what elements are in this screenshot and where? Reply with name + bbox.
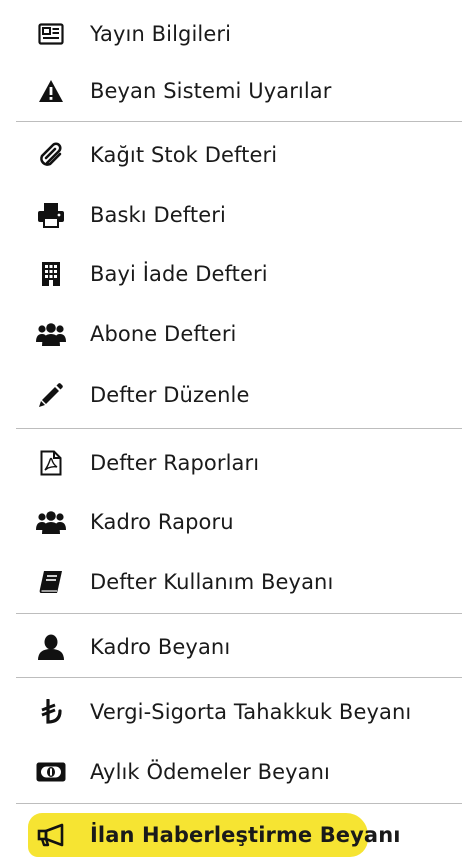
book-icon <box>36 567 66 597</box>
building-icon <box>36 259 66 289</box>
newspaper-icon <box>36 19 66 49</box>
menu-item-defter-kullanim-beyani[interactable]: Defter Kullanım Beyanı <box>16 560 462 604</box>
pencil-icon <box>36 380 66 410</box>
menu-item-label: Defter Düzenle <box>90 383 250 407</box>
menu-item-kagit-stok-defteri[interactable]: Kağıt Stok Defteri <box>16 133 462 177</box>
menu-item-label: Aylık Ödemeler Beyanı <box>90 760 330 784</box>
menu-item-label: Yayın Bilgileri <box>90 22 232 46</box>
user-icon <box>36 632 66 662</box>
menu-item-bayi-iade-defteri[interactable]: Bayi İade Defteri <box>16 252 462 296</box>
warning-icon <box>36 76 66 106</box>
menu-item-beyan-sistemi-uyarilar[interactable]: Beyan Sistemi Uyarılar <box>16 69 462 113</box>
menu-item-aylik-odemeler-beyani[interactable]: Aylık Ödemeler Beyanı <box>16 750 462 794</box>
lira-icon <box>36 697 66 727</box>
menu-item-vergi-sigorta-tahakkuk-beyani[interactable]: Vergi-Sigorta Tahakkuk Beyanı <box>16 690 462 734</box>
menu-item-label: Abone Defteri <box>90 322 237 346</box>
printer-icon <box>36 200 66 230</box>
side-menu: Yayın Bilgileri Beyan Sistemi Uyarılar K… <box>0 0 462 863</box>
menu-item-label: Kadro Beyanı <box>90 635 231 659</box>
menu-item-label: Baskı Defteri <box>90 203 226 227</box>
menu-item-label: Defter Raporları <box>90 451 260 475</box>
users-icon <box>36 319 66 349</box>
menu-divider <box>16 803 462 804</box>
menu-item-label: Beyan Sistemi Uyarılar <box>90 79 332 103</box>
menu-item-baski-defteri[interactable]: Baskı Defteri <box>16 193 462 237</box>
menu-item-label: Bayi İade Defteri <box>90 262 268 286</box>
menu-item-label: Kağıt Stok Defteri <box>90 143 278 167</box>
paperclip-icon <box>36 140 66 170</box>
menu-divider <box>16 677 462 678</box>
menu-item-defter-duzenle[interactable]: Defter Düzenle <box>16 373 462 417</box>
menu-item-yayin-bilgileri[interactable]: Yayın Bilgileri <box>16 12 462 56</box>
menu-item-label: Kadro Raporu <box>90 510 234 534</box>
menu-item-label: Vergi-Sigorta Tahakkuk Beyanı <box>90 700 412 724</box>
menu-item-kadro-beyani[interactable]: Kadro Beyanı <box>16 625 462 669</box>
menu-item-label: İlan Haberleştirme Beyanı <box>90 823 401 847</box>
menu-divider <box>16 613 462 614</box>
menu-divider <box>16 121 462 122</box>
menu-item-defter-raporlari[interactable]: Defter Raporları <box>16 441 462 485</box>
menu-divider <box>16 428 462 429</box>
menu-item-label: Defter Kullanım Beyanı <box>90 570 334 594</box>
users-icon <box>36 507 66 537</box>
menu-item-abone-defteri[interactable]: Abone Defteri <box>16 312 462 356</box>
menu-item-ilan-haberlestirme-beyani[interactable]: İlan Haberleştirme Beyanı <box>16 813 462 857</box>
money-icon <box>36 757 66 787</box>
pdf-file-icon <box>36 448 66 478</box>
menu-item-kadro-raporu[interactable]: Kadro Raporu <box>16 500 462 544</box>
bullhorn-icon <box>36 820 66 850</box>
